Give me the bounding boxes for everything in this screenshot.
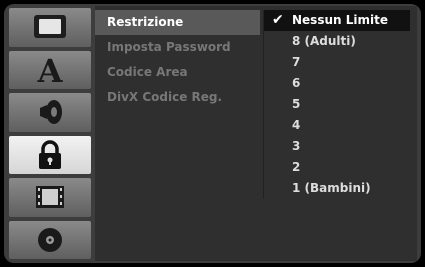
svg-text:A: A	[37, 54, 64, 86]
tv-screen-icon	[30, 12, 70, 42]
rating-option-7[interactable]: 7	[264, 52, 414, 73]
menu-item-imposta-password[interactable]: Imposta Password	[95, 35, 260, 60]
rating-option-1[interactable]: 1 (Bambini)	[264, 178, 414, 199]
setup-category-sidebar: A	[9, 6, 91, 261]
rating-option-8[interactable]: 8 (Adulti)	[264, 31, 414, 52]
checkmark-icon: ✔	[272, 12, 284, 28]
rating-option-6[interactable]: 6	[264, 73, 414, 94]
sidebar-item-disc[interactable]	[9, 220, 91, 259]
speaker-icon	[30, 97, 70, 127]
sidebar-item-lock[interactable]	[9, 135, 91, 174]
rating-option-3[interactable]: 3	[264, 136, 414, 157]
sidebar-item-audio[interactable]	[9, 93, 91, 132]
language-a-icon: A	[30, 54, 70, 86]
setup-screen: A Restrizione Imposta Password Codice Ar…	[4, 4, 421, 263]
rating-option-2[interactable]: 2	[264, 157, 414, 178]
rating-options-list: ✔ Nessun Limite 8 (Adulti) 7 6 5 4 3 2 1…	[263, 10, 414, 199]
menu-item-codice-area[interactable]: Codice Area	[95, 60, 260, 85]
sidebar-item-language[interactable]: A	[9, 50, 91, 89]
film-strip-icon	[30, 182, 70, 212]
rating-option-5[interactable]: 5	[264, 94, 414, 115]
rating-option-nessun-limite[interactable]: ✔ Nessun Limite	[264, 10, 410, 31]
lock-menu: Restrizione Imposta Password Codice Area…	[95, 10, 260, 110]
sidebar-item-divx[interactable]	[9, 178, 91, 217]
rating-option-label: Nessun Limite	[292, 13, 388, 27]
settings-panel: Restrizione Imposta Password Codice Area…	[95, 6, 417, 261]
rating-option-4[interactable]: 4	[264, 115, 414, 136]
sidebar-item-display[interactable]	[9, 8, 91, 47]
menu-item-divx-codice-reg[interactable]: DivX Codice Reg.	[95, 85, 260, 110]
menu-item-restrizione[interactable]: Restrizione	[95, 10, 260, 35]
disc-icon	[30, 225, 70, 255]
padlock-icon	[30, 139, 70, 171]
